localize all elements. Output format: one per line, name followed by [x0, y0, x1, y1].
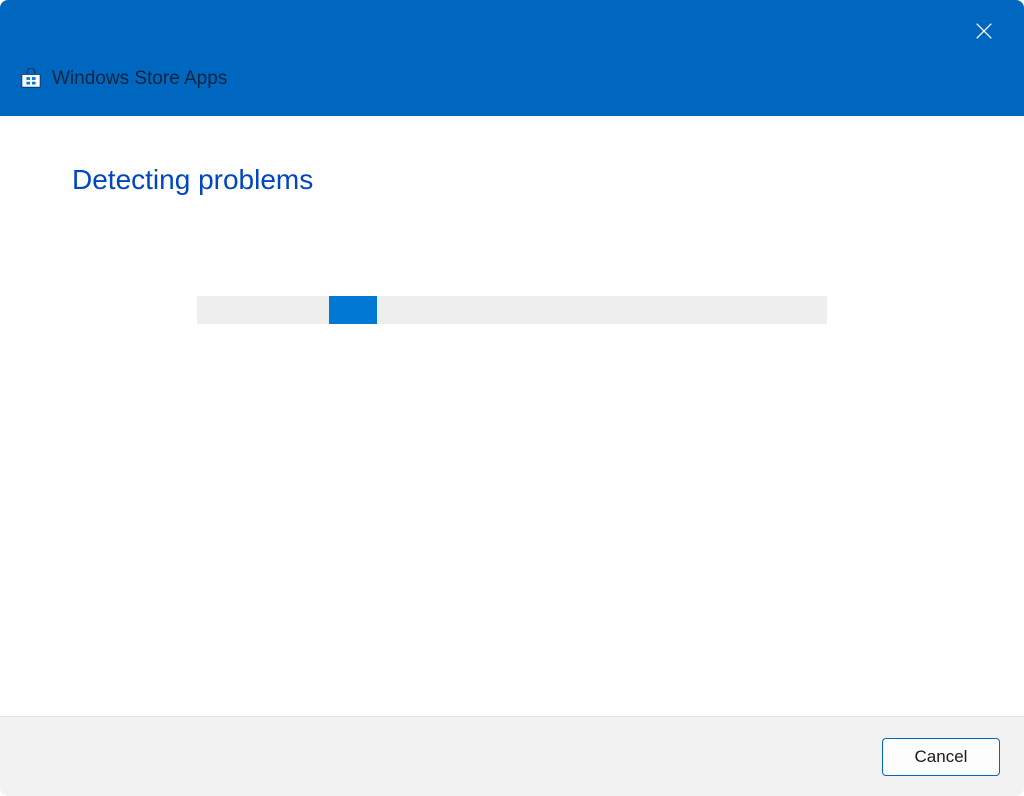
window-title: Windows Store Apps [52, 68, 227, 90]
titlebar-title-wrap: Windows Store Apps [20, 68, 227, 90]
titlebar: Windows Store Apps [0, 0, 1024, 116]
footer: Cancel [0, 716, 1024, 796]
close-icon [973, 20, 995, 45]
progress-bar [197, 296, 827, 324]
progress-wrap [72, 296, 952, 324]
store-icon [20, 68, 42, 90]
close-button[interactable] [966, 14, 1002, 50]
page-heading: Detecting problems [72, 164, 952, 196]
troubleshooter-window: Windows Store Apps Detecting problems Ca… [0, 0, 1024, 796]
content-area: Detecting problems [0, 116, 1024, 716]
progress-indicator [329, 296, 377, 324]
cancel-button[interactable]: Cancel [882, 738, 1000, 776]
